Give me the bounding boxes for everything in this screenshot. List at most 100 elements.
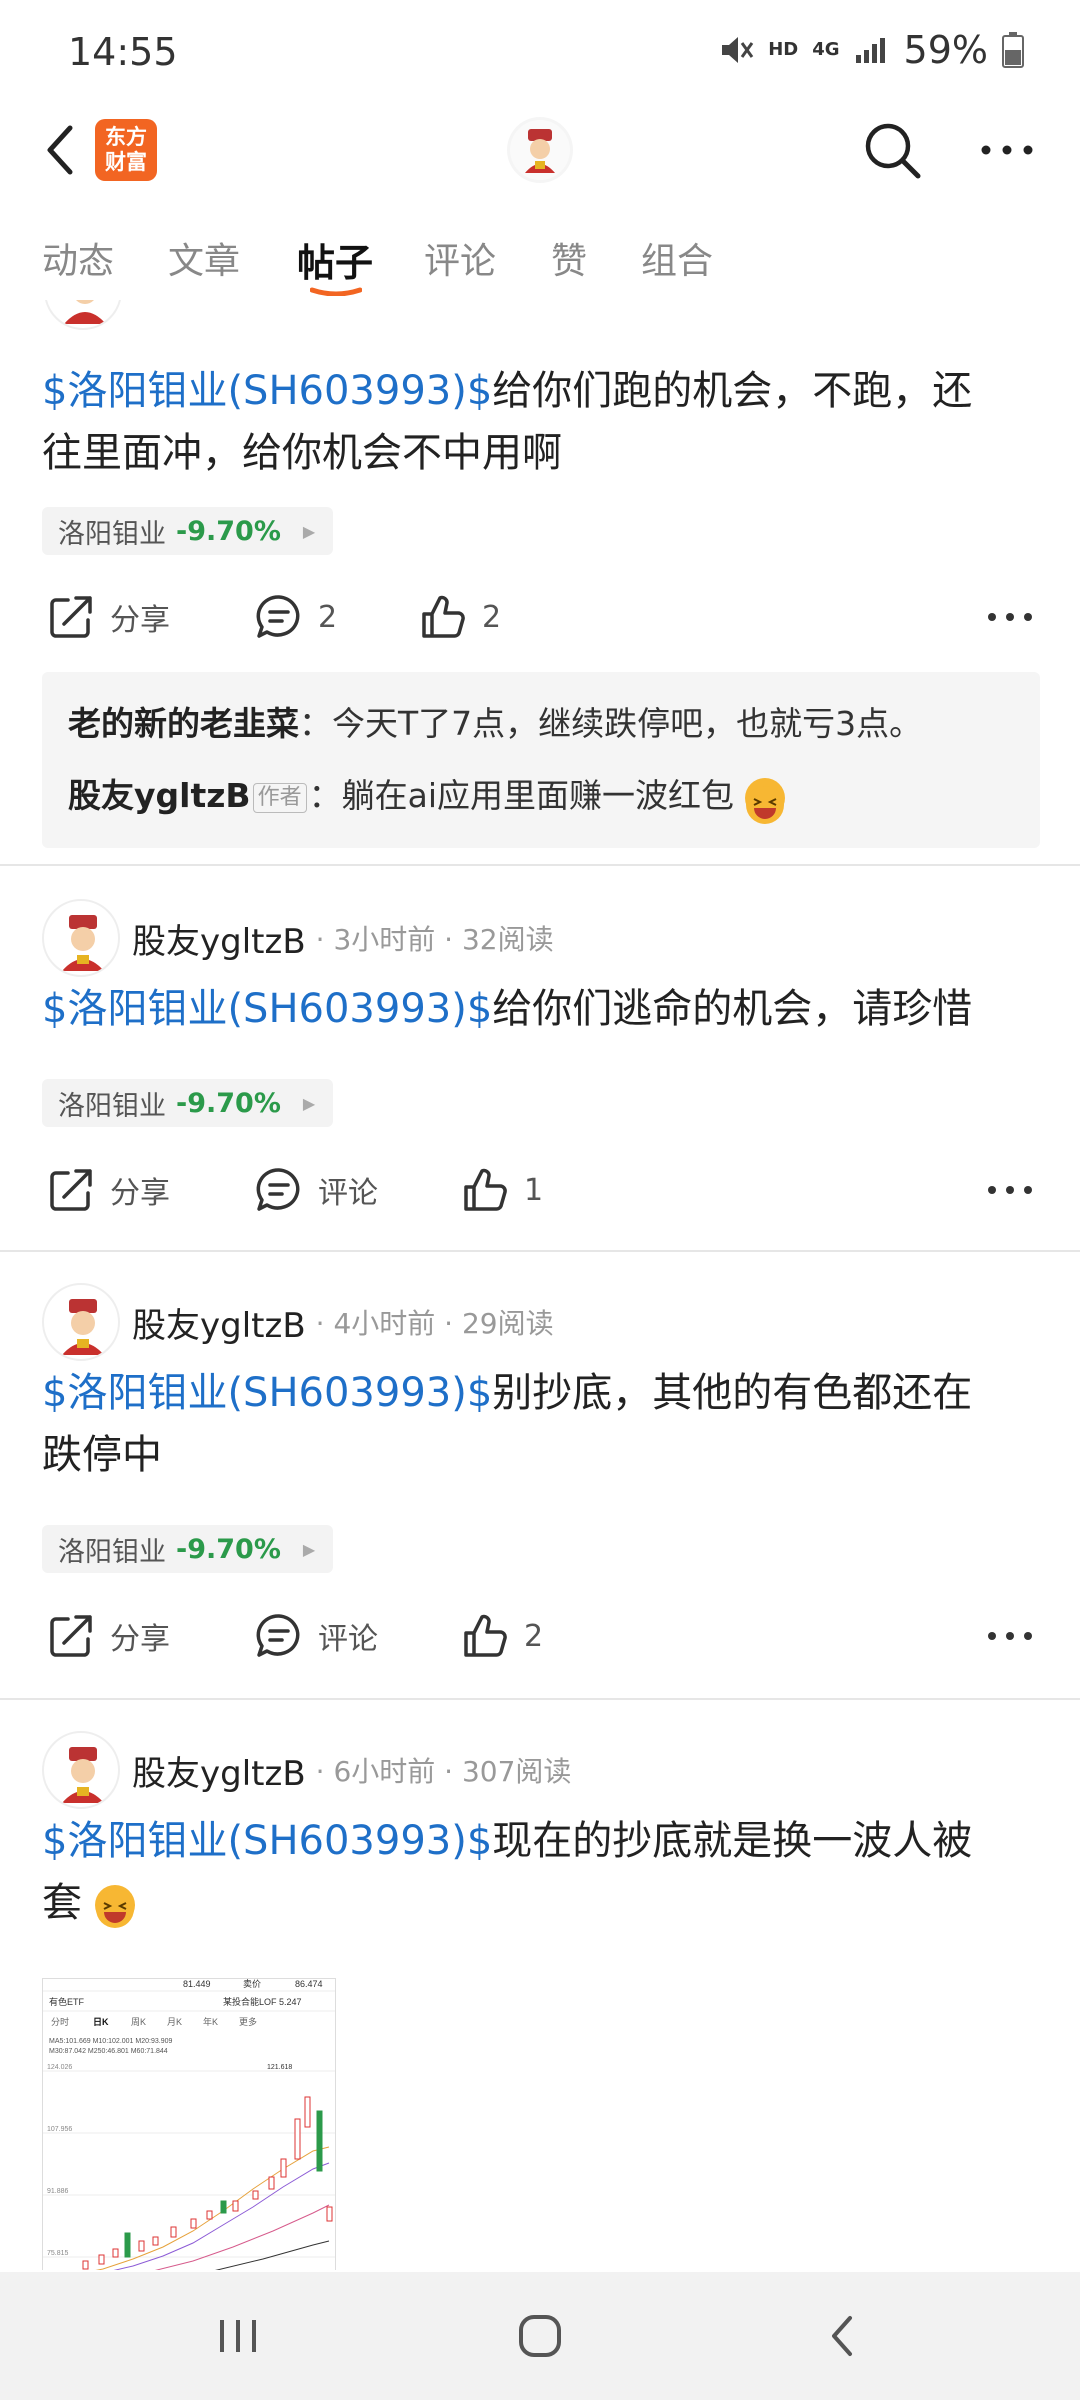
tab-comments[interactable]: 评论 bbox=[424, 232, 496, 284]
comment-text: ：躺在ai应用里面赚一波红包 bbox=[308, 776, 734, 815]
post-text[interactable]: $洛阳钼业(SH603993)$给你们逃命的机会，请珍惜 bbox=[42, 978, 1042, 1040]
like-button[interactable]: 2 bbox=[418, 582, 501, 652]
back-button[interactable] bbox=[38, 120, 88, 180]
fortune-god-avatar-icon bbox=[62, 1299, 104, 1355]
post-text-line1: 别抄底，其他的有色都还在 bbox=[492, 1370, 973, 1416]
post-meta: · 6小时前 · 307阅读 bbox=[315, 1755, 572, 1788]
like-button[interactable]: 2 bbox=[460, 1601, 543, 1671]
avatar[interactable] bbox=[42, 899, 120, 977]
post-card: 股友ygltzB · 6小时前 · 307阅读 $洛阳钼业(SH603993)$… bbox=[0, 1700, 1080, 2270]
home-button[interactable] bbox=[500, 2306, 580, 2366]
avatar[interactable] bbox=[42, 1283, 120, 1361]
comment-item: 老的新的老韭菜：今天T了7点，继续跌停吧，也就亏3点。 bbox=[68, 688, 1014, 760]
author-row[interactable]: 股友ygltzB · 3小时前 · 32阅读 bbox=[42, 898, 554, 978]
battery-percent: 59% bbox=[903, 28, 988, 72]
tab-portfolio[interactable]: 组合 bbox=[641, 232, 713, 284]
comment-preview[interactable]: 老的新的老韭菜：今天T了7点，继续跌停吧，也就亏3点。 股友ygltzB 作者 ：躺… bbox=[42, 672, 1040, 848]
active-tab-indicator bbox=[310, 287, 362, 296]
more-horizontal-icon[interactable] bbox=[984, 1611, 1036, 1661]
tab-likes[interactable]: 赞 bbox=[551, 232, 587, 284]
stock-link[interactable]: $洛阳钼业(SH603993)$ bbox=[42, 1370, 492, 1416]
comment-icon bbox=[256, 595, 300, 638]
chip-arrow-icon: ▶ bbox=[302, 521, 316, 541]
post-text[interactable]: $洛阳钼业(SH603993)$给你们跑的机会，不跑，还 往里面冲，给你机会不中… bbox=[42, 360, 1042, 484]
chip-change: -9.70% bbox=[176, 1533, 281, 1565]
laughing-emoji-icon bbox=[744, 777, 785, 824]
thumbs-up-icon bbox=[464, 1614, 507, 1657]
comment-button[interactable]: 评论 bbox=[254, 1601, 378, 1671]
post-actions: 分享 评论 2 bbox=[0, 1601, 1080, 1671]
author-row[interactable]: 股友ygltzB · 6小时前 · 307阅读 bbox=[42, 1730, 571, 1810]
stock-link[interactable]: $洛阳钼业(SH603993)$ bbox=[42, 1818, 492, 1864]
chevron-left-icon bbox=[832, 2316, 852, 2356]
like-button[interactable]: 1 bbox=[460, 1155, 543, 1225]
profile-avatar[interactable] bbox=[507, 117, 573, 183]
post-image-chart[interactable]: 81.449 卖价 86.474 有色ETF 某投合能LOF 5.247 分时 … bbox=[42, 1978, 336, 2270]
image-tab: 日K bbox=[93, 2017, 109, 2027]
comment-label: 评论 bbox=[318, 1622, 378, 1657]
stock-link[interactable]: $洛阳钼业(SH603993)$ bbox=[42, 368, 492, 414]
system-back-button[interactable] bbox=[802, 2306, 882, 2366]
app-logo[interactable]: 东方 财富 bbox=[95, 119, 157, 181]
post-text[interactable]: $洛阳钼业(SH603993)$别抄底，其他的有色都还在 跌停中 bbox=[42, 1362, 1042, 1486]
comment-author[interactable]: 股友ygltzB bbox=[68, 776, 251, 815]
share-icon bbox=[50, 1169, 92, 1211]
search-button[interactable] bbox=[860, 118, 924, 182]
mute-icon bbox=[722, 37, 754, 63]
tab-dynamics[interactable]: 动态 bbox=[42, 232, 114, 284]
avatar[interactable] bbox=[44, 300, 122, 330]
chip-stock-name: 洛阳钼业 bbox=[58, 1090, 166, 1122]
share-button[interactable]: 分享 bbox=[46, 582, 170, 652]
more-horizontal-icon[interactable] bbox=[984, 1165, 1036, 1215]
image-ma-line: MA5:101.669 M10:102.001 M20:93.909 bbox=[49, 2038, 172, 2045]
author-name[interactable]: 股友ygltzB bbox=[132, 1746, 306, 1795]
post-text[interactable]: $洛阳钼业(SH603993)$现在的抄底就是换一波人被 套 bbox=[42, 1810, 1042, 1934]
share-button[interactable]: 分享 bbox=[46, 1601, 170, 1671]
image-y-label: 107.956 bbox=[47, 2126, 72, 2133]
status-icons: HD 4G 59% bbox=[718, 28, 1024, 72]
comment-author[interactable]: 老的新的老韭菜 bbox=[68, 704, 299, 743]
divider bbox=[0, 864, 1080, 866]
laughing-emoji-icon bbox=[94, 1885, 135, 1928]
fortune-god-avatar-icon bbox=[64, 300, 106, 324]
stock-link[interactable]: $洛阳钼业(SH603993)$ bbox=[42, 986, 492, 1032]
image-top-value-2: 86.474 bbox=[295, 1979, 323, 1989]
author-row[interactable]: 股友ygltzB · 4小时前 · 29阅读 bbox=[42, 1282, 554, 1362]
recent-apps-button[interactable] bbox=[198, 2306, 278, 2366]
tab-posts[interactable]: 帖子 bbox=[297, 232, 373, 287]
share-label: 分享 bbox=[110, 1176, 170, 1211]
post-text-line1: 给你们跑的机会，不跑，还 bbox=[492, 368, 973, 414]
comment-item: 股友ygltzB 作者 ：躺在ai应用里面赚一波红包 bbox=[68, 760, 1014, 832]
posts-feed[interactable]: $洛阳钼业(SH603993)$给你们跑的机会，不跑，还 往里面冲，给你机会不中… bbox=[0, 300, 1080, 2270]
logo-text-line1: 东方 bbox=[105, 125, 147, 149]
more-horizontal-icon[interactable] bbox=[984, 592, 1036, 642]
author-name[interactable]: 股友ygltzB bbox=[132, 1298, 306, 1347]
post-text-line1: 给你们逃命的机会，请珍惜 bbox=[492, 986, 973, 1032]
comment-button[interactable]: 评论 bbox=[254, 1155, 378, 1225]
tab-articles[interactable]: 文章 bbox=[168, 232, 240, 284]
hd-indicator: HD bbox=[768, 39, 799, 60]
image-fund-right: 某投合能LOF 5.247 bbox=[223, 1996, 302, 2007]
author-name[interactable]: 股友ygltzB bbox=[132, 914, 306, 963]
chip-arrow-icon: ▶ bbox=[302, 1093, 316, 1113]
share-button[interactable]: 分享 bbox=[46, 1155, 170, 1225]
app-header: 东方 财富 bbox=[0, 100, 1080, 200]
image-tab: 月K bbox=[167, 2017, 182, 2027]
comment-icon bbox=[256, 1168, 300, 1211]
comment-button[interactable]: 2 bbox=[254, 582, 337, 652]
fortune-god-avatar-icon bbox=[62, 1747, 104, 1803]
chip-change: -9.70% bbox=[176, 1087, 281, 1119]
share-label: 分享 bbox=[110, 1622, 170, 1657]
stock-chip[interactable]: 洛阳钼业 -9.70% ▶ bbox=[42, 507, 334, 555]
author-tag: 作者 bbox=[252, 782, 307, 813]
avatar[interactable] bbox=[42, 1731, 120, 1809]
stock-chip[interactable]: 洛阳钼业 -9.70% ▶ bbox=[42, 1079, 334, 1127]
more-options-button[interactable] bbox=[972, 125, 1042, 175]
image-y-label: 75.815 bbox=[47, 2250, 69, 2257]
image-tab: 年K bbox=[203, 2016, 218, 2027]
stock-chip[interactable]: 洛阳钼业 -9.70% ▶ bbox=[42, 1525, 334, 1573]
image-top-value-1: 81.449 bbox=[183, 1979, 211, 1989]
post-text-line2: 往里面冲，给你机会不中用啊 bbox=[42, 430, 562, 476]
comment-icon bbox=[256, 1614, 300, 1657]
search-icon bbox=[865, 123, 921, 179]
